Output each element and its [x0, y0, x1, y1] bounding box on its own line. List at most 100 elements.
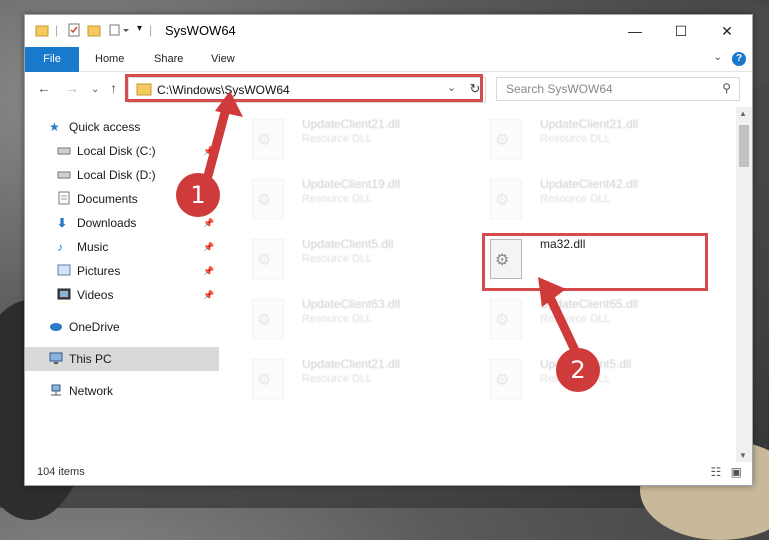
gear-icon: ⚙ — [495, 132, 510, 149]
step2-marker: 2 — [556, 348, 600, 392]
customize-toolbar-icon[interactable] — [109, 23, 131, 37]
computer-icon — [49, 352, 63, 364]
pin-icon: 📌 — [203, 290, 215, 300]
vertical-scrollbar[interactable]: ▲ ▼ — [736, 107, 752, 462]
dll-file-icon: ⚙ — [252, 119, 284, 159]
item-count: 104 items — [37, 466, 85, 478]
dll-file-icon: ⚙ — [490, 119, 522, 159]
search-box[interactable]: Search SysWOW64 ⚲ — [496, 77, 740, 101]
gear-icon: ⚙ — [257, 132, 272, 149]
close-button[interactable]: ✕ — [704, 15, 750, 47]
star-icon: ★ — [49, 120, 60, 134]
sidebar-item-onedrive[interactable]: OneDrive — [25, 315, 219, 339]
file-type: Resource DLL — [302, 133, 373, 145]
dll-file-icon: ⚙ — [490, 299, 522, 339]
sidebar-item-this-pc[interactable]: This PC — [25, 347, 219, 371]
properties-icon[interactable] — [67, 23, 81, 37]
dll-file-icon: ⚙ — [490, 179, 522, 219]
step1-marker: 1 — [176, 173, 220, 217]
file-type: Resource DLL — [302, 253, 373, 265]
cloud-icon — [50, 323, 62, 331]
dll-file-icon: ⚙ — [252, 359, 284, 399]
sidebar-item-label: Local Disk (D:) — [77, 168, 156, 182]
file-name: UpdateClient21.dll — [540, 117, 639, 131]
scroll-thumb[interactable] — [739, 125, 749, 167]
file-item[interactable]: ⚙ UpdateClient21.dll Resource DLL — [240, 113, 460, 163]
gear-icon: ⚙ — [257, 192, 272, 209]
up-button[interactable]: ↑ — [110, 80, 117, 96]
drive-icon — [57, 171, 71, 179]
documents-icon — [58, 191, 70, 205]
sidebar-item-network[interactable]: Network — [25, 379, 219, 403]
file-type: Resource DLL — [302, 193, 373, 205]
folder-icon — [35, 25, 49, 37]
sidebar-item-label: This PC — [69, 352, 112, 366]
sidebar-item-label: Documents — [77, 192, 138, 206]
maximize-button[interactable]: ☐ — [658, 15, 704, 47]
gear-icon: ⚙ — [495, 372, 510, 389]
dll-file-icon: ⚙ — [252, 239, 284, 279]
refresh-button[interactable]: ↻ — [465, 78, 485, 100]
ribbon: File Home Share View ⌄ ? — [25, 47, 752, 97]
new-folder-icon[interactable] — [87, 23, 101, 37]
status-bar: 104 items ☷ ▣ — [25, 462, 752, 485]
file-item[interactable]: ⚙ UpdateClient21.dll Resource DLL — [478, 113, 698, 163]
address-highlight-box — [125, 74, 483, 102]
expand-ribbon-icon[interactable]: ⌄ — [714, 52, 722, 63]
sidebar-item-label: Videos — [77, 288, 114, 302]
search-placeholder[interactable]: Search SysWOW64 — [506, 82, 613, 96]
gear-icon: ⚙ — [257, 372, 272, 389]
file-type: Resource DLL — [302, 373, 373, 385]
forward-button[interactable]: → — [65, 80, 79, 96]
file-name: UpdateClient19.dll — [302, 177, 401, 191]
file-name: UpdateClient21.dll — [302, 357, 401, 371]
sidebar-item-label: Network — [69, 384, 114, 398]
scroll-up-icon[interactable]: ▲ — [739, 109, 747, 118]
gear-icon: ⚙ — [257, 312, 272, 329]
file-type: Resource DLL — [302, 313, 373, 325]
dll-file-icon: ⚙ — [490, 359, 522, 399]
download-arrow-icon: ⬇ — [57, 216, 68, 230]
tab-view[interactable]: View — [211, 47, 235, 71]
videos-icon — [57, 288, 71, 300]
gear-icon: ⚙ — [495, 192, 510, 209]
pictures-icon — [57, 264, 71, 276]
sidebar-item-label: OneDrive — [69, 320, 120, 334]
file-name: UpdateClient63.dll — [302, 297, 401, 311]
file-item[interactable]: ⚙ UpdateClient5.dll Resource DLL — [240, 233, 460, 283]
sidebar-item-label: Music — [77, 240, 109, 254]
gear-icon: ⚙ — [495, 312, 510, 329]
title-separator: | — [55, 23, 59, 37]
explorer-window: | ▾ | SysWOW64 — ☐ ✕ File Home Share Vie… — [24, 14, 753, 486]
recent-locations-icon[interactable]: ⌄ — [91, 84, 99, 95]
back-button[interactable]: ← — [37, 80, 51, 96]
sidebar-item-pictures[interactable]: Pictures 📌 — [25, 259, 219, 283]
scroll-down-icon[interactable]: ▼ — [739, 451, 747, 460]
search-icon[interactable]: ⚲ — [722, 81, 731, 95]
sidebar-item-label: Pictures — [77, 264, 121, 278]
sidebar-item-music[interactable]: ♪ Music 📌 — [25, 235, 219, 259]
file-item[interactable]: ⚙ UpdateClient19.dll Resource DLL — [240, 173, 460, 223]
dll-file-icon: ⚙ — [252, 179, 284, 219]
sidebar-item-label: Downloads — [77, 216, 137, 230]
minimize-button[interactable]: — — [612, 15, 658, 47]
window-title: SysWOW64 — [165, 23, 236, 38]
music-note-icon: ♪ — [57, 240, 63, 254]
navigation-bar: ← → ⌄ ↑ C:\Windows\SysWOW64 ⌄ ↻ Search S… — [25, 72, 752, 106]
tab-share[interactable]: Share — [154, 47, 183, 71]
help-icon[interactable]: ? — [732, 52, 746, 66]
tab-home[interactable]: Home — [95, 47, 124, 71]
details-view-icon[interactable]: ☷ — [711, 465, 722, 479]
title-separator-2: | — [149, 23, 153, 37]
large-icons-view-icon[interactable]: ▣ — [731, 465, 742, 479]
sidebar-item-videos[interactable]: Videos 📌 — [25, 283, 219, 307]
file-item[interactable]: ⚙ UpdateClient21.dll Resource DLL — [240, 353, 460, 403]
dll-file-icon: ⚙ — [252, 299, 284, 339]
network-icon — [51, 384, 61, 396]
title-bar: | ▾ | SysWOW64 — ☐ ✕ — [25, 15, 752, 47]
sidebar-item-label: Local Disk (C:) — [77, 144, 156, 158]
file-item[interactable]: ⚙ UpdateClient63.dll Resource DLL — [240, 293, 460, 343]
quick-access-dropdown-icon[interactable]: ▾ — [137, 23, 142, 34]
file-item[interactable]: ⚙ UpdateClient42.dll Resource DLL — [478, 173, 698, 223]
file-type: Resource DLL — [540, 133, 611, 145]
